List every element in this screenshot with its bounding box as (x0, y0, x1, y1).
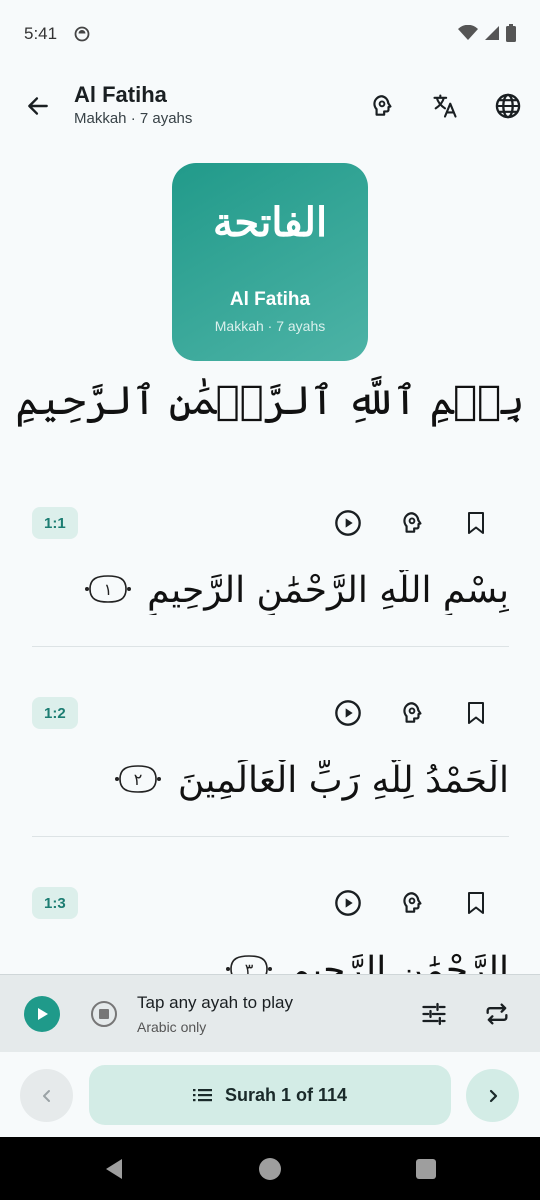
surah-navigation: Surah 1 of 114 (0, 1052, 540, 1137)
ayah-end-marker: ١ (84, 572, 132, 615)
ayah-text: الرَّحْمَٰنِ الرَّحِيمِ (288, 950, 509, 974)
next-surah-button[interactable] (466, 1069, 519, 1122)
ayah-text: بِسْمِ اللَّهِ الرَّحْمَٰنِ الرَّحِيمِ (147, 570, 509, 611)
play-button[interactable] (24, 996, 60, 1032)
notification-icon (74, 26, 90, 46)
system-back-button[interactable] (104, 1158, 124, 1184)
ayah-number-badge: 1:2 (32, 697, 78, 729)
ayah-number-arabic: ١ (103, 580, 112, 599)
brain-head-icon (403, 702, 422, 723)
system-home-button[interactable] (259, 1158, 281, 1180)
top-app-bar: Al Fatiha Makkah · 7 ayahs (0, 70, 540, 142)
play-circle-icon (335, 700, 361, 726)
chevron-left-icon (42, 1089, 50, 1102)
system-recents-button[interactable] (416, 1159, 436, 1179)
surah-card: الفاتحة Al Fatiha Makkah · 7 ayahs (172, 163, 368, 361)
play-icon (38, 1008, 48, 1020)
play-ayah-button[interactable] (327, 692, 369, 734)
ayah-arabic-text: الرَّحْمَٰنِ الرَّحِيمِ ٣ (32, 950, 509, 974)
ayah-number-badge: 1:1 (32, 507, 78, 539)
back-button[interactable] (18, 86, 58, 126)
bookmark-icon (468, 702, 484, 724)
ayah-end-marker: ٢ (114, 762, 162, 805)
ayah-item[interactable]: 1:2 الْحَمْدُ لِلَّهِ رَبِّ الْعَالَمِين… (32, 682, 509, 837)
surah-meta: Makkah · 7 ayahs (214, 318, 326, 334)
ayah-item[interactable]: 1:1 بِسْمِ اللَّهِ الرَّحْمَٰنِ الرَّحِي… (32, 492, 509, 647)
bookmark-button[interactable] (455, 882, 497, 924)
language-button[interactable] (488, 86, 528, 126)
page-subtitle: Makkah · 7 ayahs (74, 110, 193, 127)
surah-list-button[interactable]: Surah 1 of 114 (89, 1065, 451, 1125)
divider (32, 646, 509, 647)
bookmark-icon (468, 892, 484, 914)
tune-icon (422, 1002, 446, 1026)
status-time: 5:41 (24, 24, 58, 43)
back-arrow-icon (28, 97, 48, 115)
triangle-back-icon (106, 1159, 122, 1179)
stop-circle-icon (91, 1001, 117, 1027)
play-circle-icon (335, 890, 361, 916)
bismillah: بِسۡمِ ٱللَّهِ ٱلرَّحۡمَٰنِ ٱلرَّحِيمِ (15, 378, 525, 424)
audio-settings-button[interactable] (415, 995, 453, 1033)
tafsir-button[interactable] (362, 86, 402, 126)
status-bar: 5:41 (0, 0, 540, 70)
play-circle-icon (335, 510, 361, 536)
list-icon (192, 1089, 212, 1102)
ayah-end-marker: ٣ (225, 952, 273, 975)
signal-icon (484, 25, 500, 45)
player-title: Tap any ayah to play (137, 993, 293, 1012)
bookmark-icon (468, 512, 484, 534)
translate-button[interactable] (425, 86, 465, 126)
ayah-item[interactable]: 1:3 الرَّحْمَٰنِ الرَّحِيمِ ٣ (32, 872, 509, 974)
play-ayah-button[interactable] (327, 502, 369, 544)
system-navigation-bar (0, 1137, 540, 1200)
chevron-right-icon (489, 1089, 497, 1102)
tafsir-ayah-button[interactable] (391, 692, 433, 734)
play-ayah-button[interactable] (327, 882, 369, 924)
surah-position-label: Surah 1 of 114 (224, 1084, 348, 1105)
previous-surah-button[interactable] (20, 1069, 73, 1122)
tafsir-ayah-button[interactable] (391, 882, 433, 924)
tafsir-ayah-button[interactable] (391, 502, 433, 544)
globe-icon (495, 93, 521, 119)
brain-head-icon (373, 95, 392, 116)
ayah-number-arabic: ٢ (134, 770, 143, 789)
battery-icon (506, 24, 516, 46)
repeat-icon (486, 1003, 508, 1025)
player-subtitle: Arabic only (137, 1019, 207, 1035)
ayah-arabic-text: بِسْمِ اللَّهِ الرَّحْمَٰنِ الرَّحِيمِ ١ (32, 570, 509, 615)
divider (32, 836, 509, 837)
surah-name: Al Fatiha (229, 289, 311, 310)
brain-head-icon (403, 512, 422, 533)
bookmark-button[interactable] (455, 692, 497, 734)
audio-player-bar: Tap any ayah to play Arabic only (0, 974, 540, 1052)
bookmark-button[interactable] (455, 502, 497, 544)
ayah-number-badge: 1:3 (32, 887, 78, 919)
ayah-arabic-text: الْحَمْدُ لِلَّهِ رَبِّ الْعَالَمِينَ ٢ (32, 760, 509, 805)
ayah-number-arabic: ٣ (245, 960, 254, 975)
stop-button[interactable] (90, 1000, 118, 1028)
wifi-icon (458, 24, 478, 45)
surah-arabic-name: الفاتحة (212, 199, 328, 246)
brain-head-icon (403, 892, 422, 913)
repeat-button[interactable] (478, 995, 516, 1033)
ayah-text: الْحَمْدُ لِلَّهِ رَبِّ الْعَالَمِينَ (177, 760, 509, 801)
page-title: Al Fatiha (74, 82, 167, 107)
translate-icon (433, 94, 457, 118)
